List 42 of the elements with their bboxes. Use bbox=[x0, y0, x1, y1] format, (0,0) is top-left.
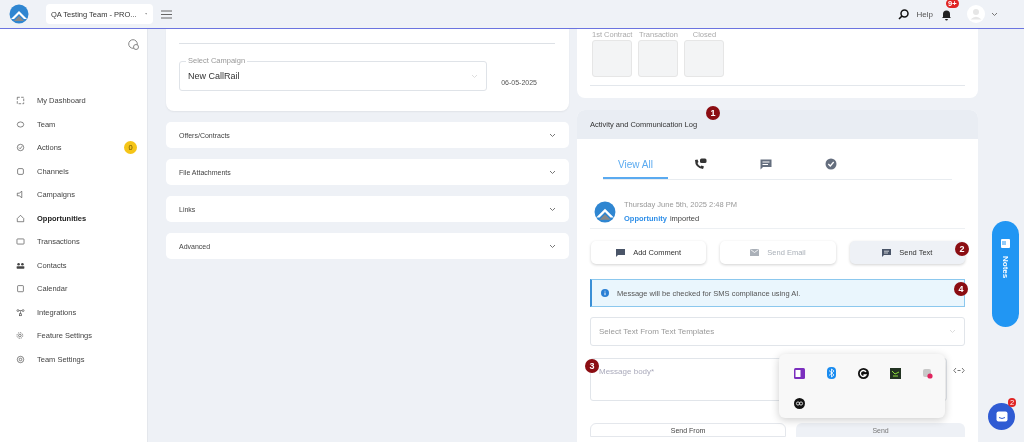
stage-box bbox=[592, 40, 633, 77]
mountain-logo-icon bbox=[594, 200, 616, 223]
phone-chat-icon bbox=[694, 158, 707, 170]
bell-icon[interactable] bbox=[941, 9, 952, 21]
screen-icon bbox=[16, 237, 25, 247]
help-link[interactable]: Help bbox=[916, 9, 933, 19]
app-icon[interactable] bbox=[793, 397, 805, 409]
stage-box bbox=[684, 40, 725, 77]
annotation-marker: 1 bbox=[706, 106, 720, 120]
chevron-down-icon bbox=[471, 73, 479, 79]
chat-info-icon[interactable] bbox=[128, 39, 139, 50]
grid-icon bbox=[16, 96, 25, 106]
chevron-down-icon bbox=[949, 329, 956, 334]
megaphone-icon bbox=[16, 190, 25, 200]
chat-launcher[interactable] bbox=[988, 403, 1015, 430]
chat-icon bbox=[995, 411, 1008, 422]
people-icon bbox=[16, 260, 25, 270]
note-icon bbox=[1000, 239, 1010, 248]
home-icon bbox=[16, 213, 25, 223]
chevron-down-icon bbox=[549, 169, 556, 175]
mountain-logo-icon bbox=[9, 4, 29, 24]
network-icon bbox=[16, 307, 25, 317]
terminal-app-icon[interactable] bbox=[889, 367, 901, 379]
notebook-app-icon[interactable] bbox=[793, 367, 805, 379]
comment-icon bbox=[616, 248, 626, 257]
code-brackets-icon[interactable] bbox=[953, 367, 965, 374]
info-icon bbox=[601, 289, 609, 297]
chevron-down-icon bbox=[549, 206, 556, 212]
circle-arrow-icon[interactable] bbox=[857, 367, 869, 379]
chevron-down-icon bbox=[549, 132, 556, 138]
message-icon bbox=[759, 158, 772, 170]
envelope-icon bbox=[750, 249, 760, 256]
recording-app-icon[interactable] bbox=[921, 367, 933, 379]
search-icon[interactable] bbox=[897, 8, 909, 20]
check-circle-icon bbox=[16, 143, 25, 153]
message-icon bbox=[882, 248, 892, 257]
bluetooth-icon[interactable] bbox=[826, 367, 836, 379]
menu-icon[interactable] bbox=[161, 9, 172, 19]
check-circle-icon bbox=[824, 158, 837, 170]
chevron-down-icon bbox=[549, 243, 556, 249]
stage-box bbox=[638, 40, 679, 77]
account-chevron-icon bbox=[991, 11, 998, 17]
